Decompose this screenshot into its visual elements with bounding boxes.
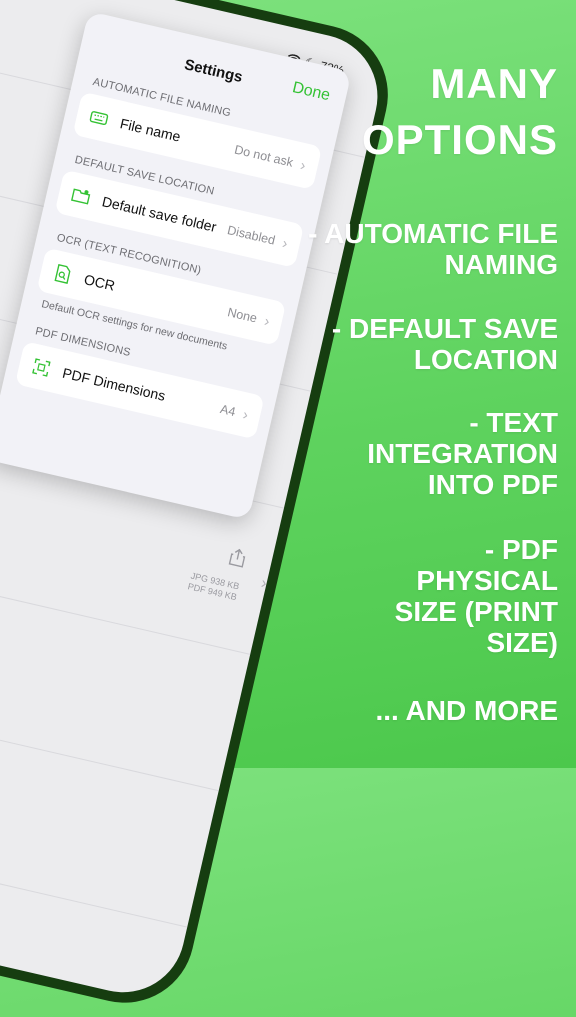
chevron-right-icon: › <box>262 312 272 330</box>
ocr-value: None <box>226 305 259 326</box>
default-save-folder-label: Default save folder <box>100 193 218 236</box>
chevron-right-icon[interactable]: › <box>259 575 268 594</box>
promo-feature-more: ... AND MORE <box>375 695 558 726</box>
promo-feature-text-integration: - TEXT INTEGRATION INTO PDF <box>367 407 558 500</box>
settings-sheet: Settings Done AUTOMATIC FILE NAMING File… <box>0 11 352 520</box>
promo-feature-pdf-size: - PDF PHYSICAL SIZE (PRINT SIZE) <box>394 534 558 658</box>
keyboard-icon <box>89 111 109 126</box>
promo-headline: MANY OPTIONS <box>361 60 558 163</box>
pdf-dimensions-label: PDF Dimensions <box>61 364 167 404</box>
pdf-dimensions-value: A4 <box>218 402 237 420</box>
dimensions-icon <box>32 358 51 377</box>
document-row-info[interactable]: JPG 938 KB PDF 949 KB <box>187 539 248 603</box>
pdf-dimensions-cell[interactable]: PDF Dimensions A4 › <box>14 341 265 440</box>
share-icon[interactable] <box>228 547 248 568</box>
default-save-folder-value: Disabled <box>225 223 277 248</box>
list-divider <box>0 650 219 792</box>
chevron-right-icon: › <box>298 156 308 175</box>
promo-feature-save-location: - DEFAULT SAVE LOCATION <box>331 313 558 375</box>
folder-icon <box>70 188 91 205</box>
file-name-label: File name <box>118 115 183 145</box>
promo-feature-file-naming: - AUTOMATIC FILE NAMING <box>308 218 558 280</box>
chevron-right-icon: › <box>241 405 250 424</box>
document-search-icon <box>54 263 71 284</box>
list-divider <box>0 787 188 928</box>
file-name-value: Do not ask <box>233 142 295 170</box>
chevron-right-icon: › <box>280 234 290 252</box>
